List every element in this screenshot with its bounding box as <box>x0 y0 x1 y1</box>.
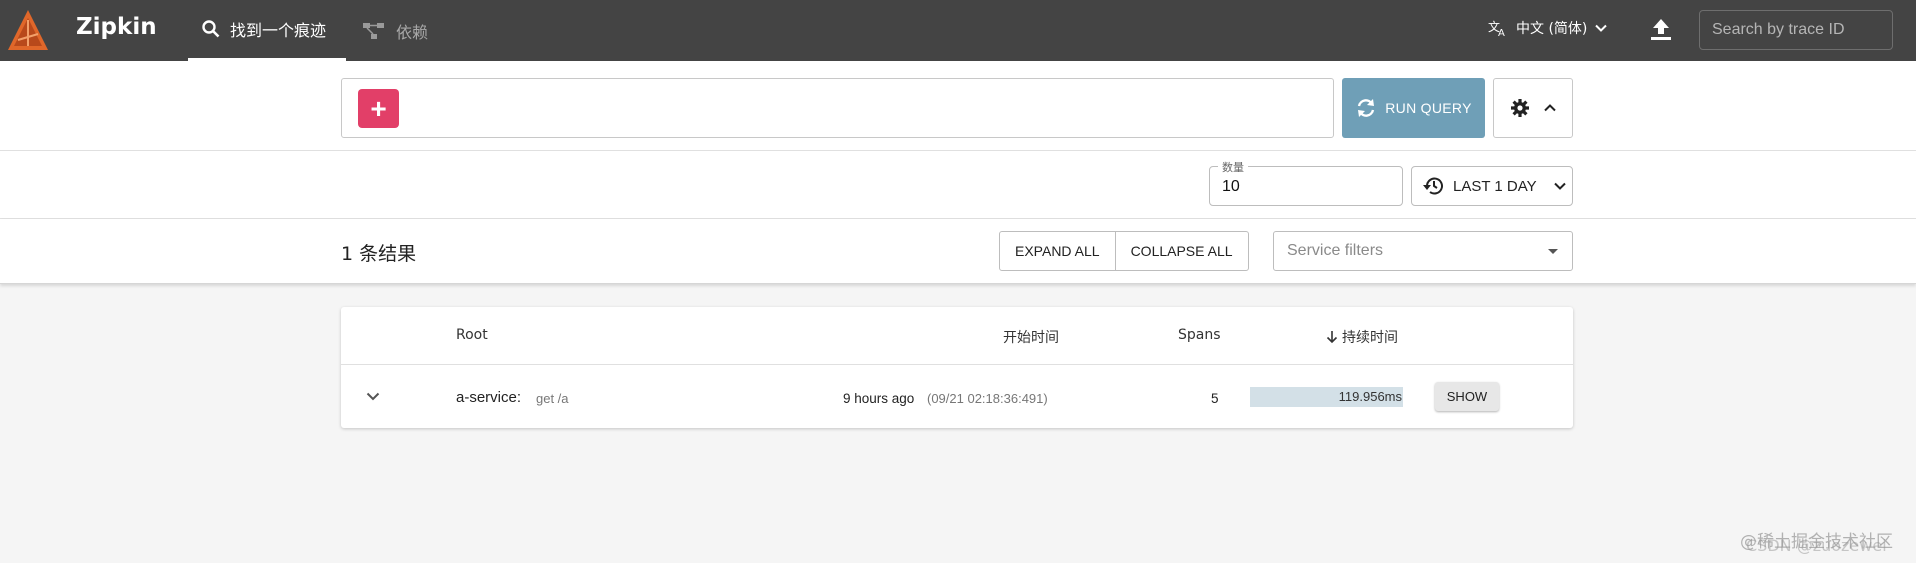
root-service-name: a-service: <box>456 389 522 406</box>
column-header-spans[interactable]: Spans <box>1178 327 1221 343</box>
results-count: 1 条结果 <box>341 243 417 265</box>
history-icon <box>1423 177 1443 195</box>
tab-find-trace[interactable]: 找到一个痕迹 <box>188 0 346 61</box>
service-filter-select[interactable]: Service filters <box>1273 231 1573 271</box>
lookback-label: LAST 1 DAY <box>1453 177 1537 195</box>
chevron-down-icon <box>1553 182 1566 190</box>
header-divider <box>341 364 1573 365</box>
tab-find-trace-label: 找到一个痕迹 <box>230 21 327 40</box>
limit-field-value[interactable]: 10 <box>1222 178 1240 196</box>
results-table: Root 开始时间 Spans 持续时间 a-service: get /a 9… <box>341 307 1573 428</box>
show-trace-button[interactable]: SHOW <box>1435 382 1499 411</box>
svg-text:A: A <box>1498 28 1505 37</box>
translate-icon: 文 A <box>1488 19 1505 37</box>
chevron-down-icon <box>1595 24 1608 32</box>
tab-dependencies[interactable]: 依赖 <box>362 0 428 61</box>
watermark-csdn: CSDN @zuozewei <box>1746 536 1887 555</box>
query-criteria-box[interactable]: + <box>341 78 1334 138</box>
trace-id-search-input[interactable] <box>1699 10 1893 50</box>
refresh-icon <box>1358 99 1375 117</box>
search-icon <box>202 20 220 38</box>
column-header-duration-label: 持续时间 <box>1342 330 1398 346</box>
duration-value: 119.956ms <box>1338 389 1402 404</box>
gear-icon <box>1511 99 1529 117</box>
tab-dependencies-label: 依赖 <box>396 22 429 42</box>
add-criteria-button[interactable]: + <box>358 89 399 128</box>
language-label: 中文 (简体) <box>1516 21 1588 37</box>
query-bar: + RUN QUERY <box>0 61 1916 151</box>
run-query-button[interactable]: RUN QUERY <box>1342 78 1485 138</box>
span-count: 5 <box>1211 391 1219 406</box>
top-app-bar: Zipkin 找到一个痕迹 依赖 文 A 中文 (简体) <box>0 0 1916 61</box>
collapse-all-button[interactable]: COLLAPSE ALL <box>1114 232 1248 270</box>
brand-title[interactable]: Zipkin <box>76 14 157 40</box>
expand-collapse-group: EXPAND ALL COLLAPSE ALL <box>999 231 1249 271</box>
column-header-root[interactable]: Root <box>456 327 488 343</box>
column-header-duration[interactable]: 持续时间 <box>1326 327 1398 347</box>
language-selector[interactable]: 文 A 中文 (简体) <box>1488 18 1608 38</box>
zipkin-logo-icon[interactable] <box>6 8 50 54</box>
dependency-graph-icon <box>363 22 384 39</box>
limit-field[interactable]: 数量 10 <box>1209 159 1403 206</box>
lookback-selector[interactable]: LAST 1 DAY <box>1411 166 1573 206</box>
upload-icon[interactable] <box>1648 16 1674 44</box>
chevron-down-icon[interactable] <box>366 392 380 401</box>
filter-options-row: 数量 10 LAST 1 DAY <box>0 151 1916 219</box>
results-header: 1 条结果 EXPAND ALL COLLAPSE ALL Service fi… <box>0 219 1916 284</box>
start-timestamp: (09/21 02:18:36:491) <box>927 391 1048 406</box>
settings-toggle-button[interactable] <box>1493 78 1573 138</box>
service-filter-placeholder: Service filters <box>1287 242 1384 259</box>
chevron-up-icon <box>1544 104 1556 112</box>
limit-field-label: 数量 <box>1218 159 1248 175</box>
root-span-name: get /a <box>536 391 569 406</box>
start-relative-time: 9 hours ago <box>843 391 915 406</box>
arrow-down-icon <box>1326 331 1338 344</box>
column-header-start-time[interactable]: 开始时间 <box>1003 327 1059 347</box>
run-query-label: RUN QUERY <box>1385 100 1472 116</box>
expand-all-button[interactable]: EXPAND ALL <box>1000 232 1115 270</box>
dropdown-caret-icon <box>1548 249 1558 254</box>
